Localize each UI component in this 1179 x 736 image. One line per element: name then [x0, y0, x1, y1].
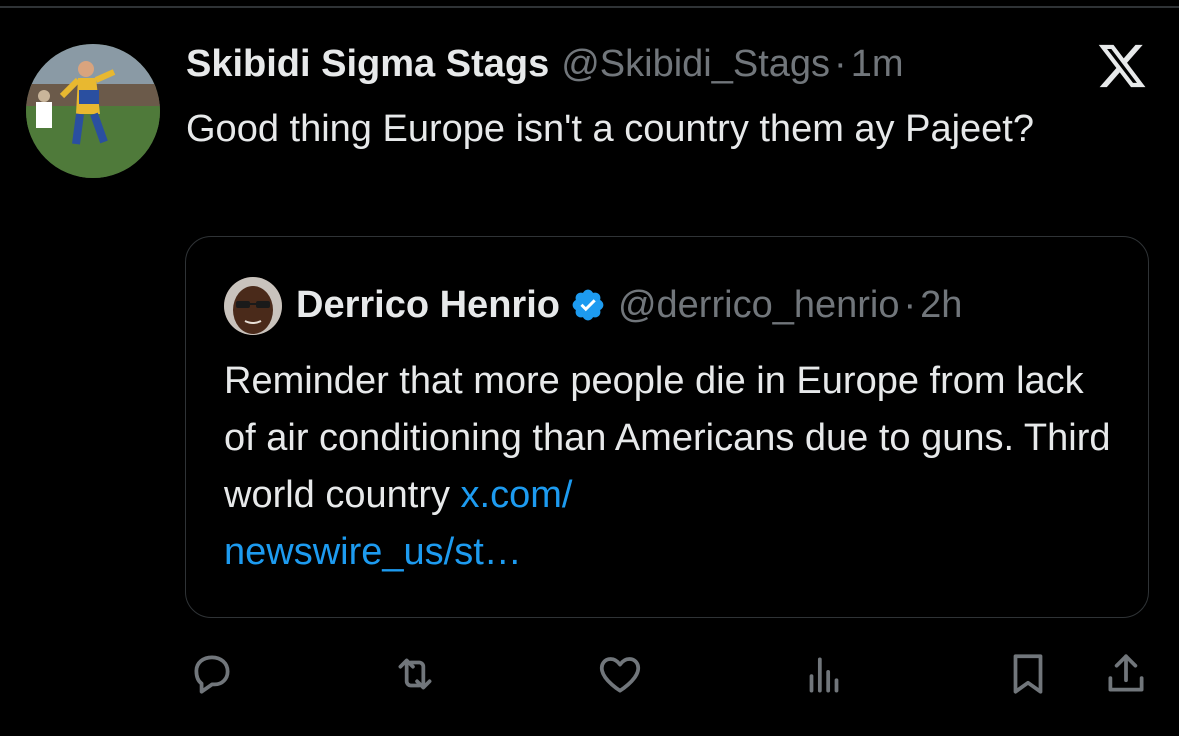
quoted-text-body: Reminder that more people die in Europe …	[224, 360, 1111, 516]
quoted-author-avatar[interactable]	[224, 277, 282, 335]
quoted-tweet[interactable]: Derrico Henrio @derrico_henrio · 2h Remi…	[185, 236, 1149, 618]
reply-button[interactable]	[184, 646, 240, 702]
quoted-tweet-text: Reminder that more people die in Europe …	[224, 353, 1124, 581]
x-logo-icon	[1098, 44, 1146, 88]
repost-icon	[398, 658, 432, 690]
top-divider	[0, 6, 1179, 8]
quoted-author-handle[interactable]: @derrico_henrio	[618, 284, 900, 327]
share-button[interactable]	[1098, 646, 1154, 702]
quoted-tweet-header: Derrico Henrio @derrico_henrio · 2h	[296, 279, 962, 331]
tweet-header: Skibidi Sigma Stags @Skibidi_Stags · 1m	[186, 38, 904, 90]
quoted-link-line1[interactable]: x.com/	[461, 474, 573, 516]
verified-badge-icon	[572, 289, 604, 321]
separator-dot: ·	[834, 42, 847, 85]
share-icon	[1108, 654, 1144, 692]
bookmark-button[interactable]	[1000, 646, 1056, 702]
action-bar	[0, 640, 1179, 710]
author-avatar[interactable]	[26, 44, 160, 178]
quoted-timestamp[interactable]: 2h	[920, 284, 962, 327]
reply-icon	[194, 655, 230, 694]
bookmark-icon	[1013, 654, 1043, 694]
quoted-separator-dot: ·	[903, 283, 917, 326]
quoted-author-name[interactable]: Derrico Henrio	[296, 284, 560, 327]
tweet-timestamp[interactable]: 1m	[851, 43, 904, 86]
quoted-link-line2[interactable]: newswire_us/st…	[224, 531, 522, 573]
views-icon	[809, 657, 839, 693]
author-name[interactable]: Skibidi Sigma Stags	[186, 43, 549, 86]
repost-button[interactable]	[387, 646, 443, 702]
author-handle[interactable]: @Skibidi_Stags	[561, 43, 830, 86]
tweet-text: Good thing Europe isn't a country them a…	[186, 108, 1034, 150]
like-icon	[599, 657, 641, 693]
like-button[interactable]	[592, 646, 648, 702]
views-button[interactable]	[796, 646, 852, 702]
